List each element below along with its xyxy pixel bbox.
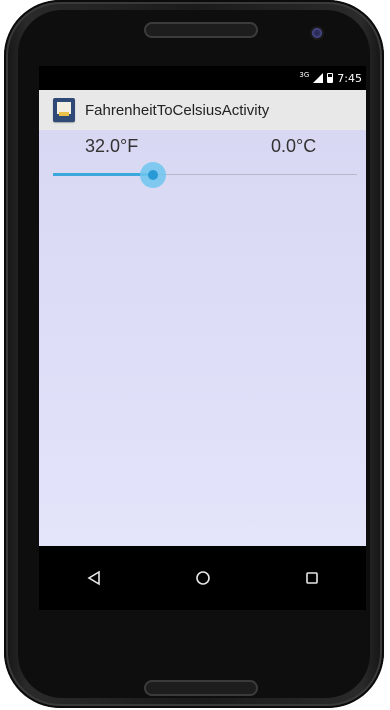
recents-square-icon xyxy=(305,572,318,584)
front-camera xyxy=(312,28,322,38)
status-time: 7:45 xyxy=(337,71,362,85)
network-type: 3G xyxy=(299,71,310,79)
status-bar: 3G 7:45 xyxy=(39,66,366,90)
temperature-slider[interactable] xyxy=(53,160,357,190)
signal-icon xyxy=(313,73,324,83)
action-bar: FahrenheitToCelsiusActivity xyxy=(39,90,366,130)
recents-button[interactable] xyxy=(292,558,332,598)
activity-title: FahrenheitToCelsiusActivity xyxy=(85,101,270,119)
back-button[interactable] xyxy=(74,558,114,598)
earpiece-speaker xyxy=(144,22,258,38)
phone-frame: 3G 7:45 FahrenheitToCelsiusActivity 32.0… xyxy=(4,0,384,708)
device-screen: 3G 7:45 FahrenheitToCelsiusActivity 32.0… xyxy=(39,66,366,610)
fahrenheit-value: 32.0°F xyxy=(85,136,139,156)
status-icons: 3G 7:45 xyxy=(299,70,362,86)
battery-icon xyxy=(327,73,334,83)
converter-content: 32.0°F 0.0°C xyxy=(39,130,366,546)
bottom-speaker xyxy=(144,680,258,696)
home-circle-icon xyxy=(195,571,210,585)
slider-thumb[interactable] xyxy=(148,170,158,180)
slider-fill xyxy=(53,173,153,176)
navigation-bar xyxy=(39,546,366,610)
app-launcher-icon xyxy=(53,98,75,122)
celsius-value: 0.0°C xyxy=(271,136,317,156)
back-triangle-icon xyxy=(86,570,100,586)
home-button[interactable] xyxy=(183,558,223,598)
